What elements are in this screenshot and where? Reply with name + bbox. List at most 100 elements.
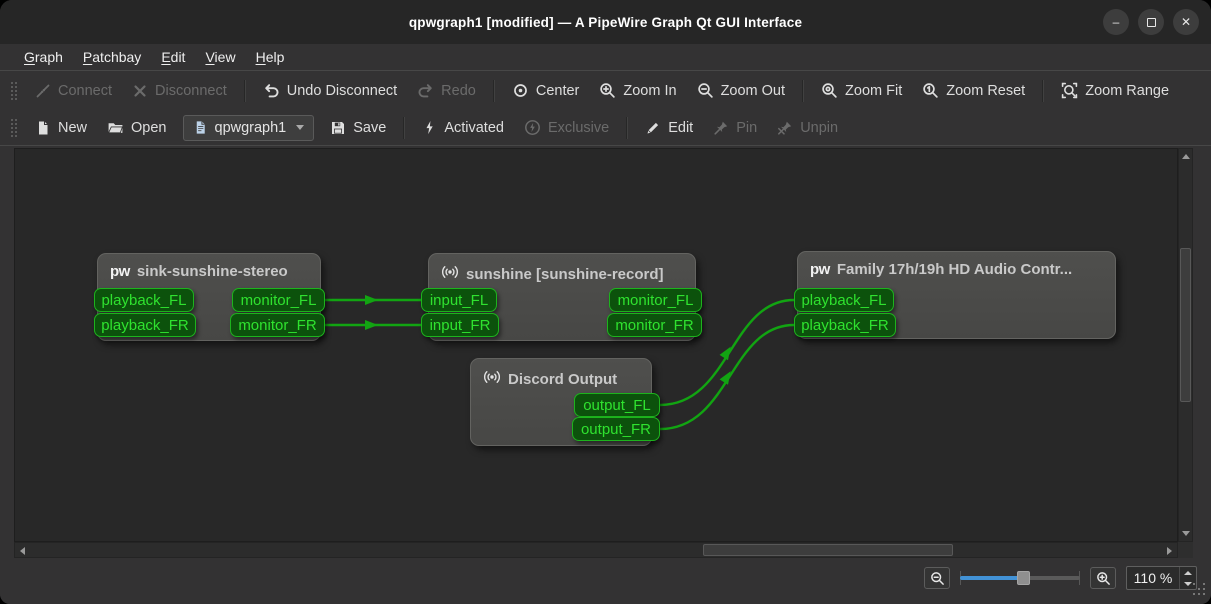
zoom-value[interactable]: 110 % — [1127, 567, 1179, 589]
triangle-up-icon — [1184, 570, 1192, 575]
arrowhead — [719, 371, 731, 385]
redo-icon — [418, 84, 432, 98]
menu-view[interactable]: View — [195, 46, 245, 68]
redo-button[interactable]: Redo — [407, 77, 486, 104]
unpin-icon — [778, 121, 792, 135]
port-monitor-fl[interactable]: monitor_FL — [609, 288, 702, 312]
vertical-scroll-thumb[interactable] — [1180, 248, 1191, 402]
toolbar-graph: Connect Disconnect Undo Disconnect Redo … — [0, 71, 1211, 110]
toolbar-drag-handle[interactable] — [10, 116, 17, 139]
chevron-down-icon — [296, 125, 305, 130]
zoom-fit-button[interactable]: Zoom Fit — [811, 77, 912, 104]
toolbar-separator — [1042, 79, 1045, 102]
toolbar-separator — [243, 79, 246, 102]
port-input-fl[interactable]: input_FL — [421, 288, 497, 312]
save-button[interactable]: Save — [320, 115, 396, 141]
statusbar-zoom-out-button[interactable] — [924, 567, 950, 589]
horizontal-scroll-thumb[interactable] — [703, 544, 953, 556]
patchbay-selector-value: qpwgraph1 — [214, 119, 287, 136]
statusbar-zoom-in-button[interactable] — [1090, 567, 1116, 589]
zoom-in-button[interactable]: Zoom In — [589, 77, 686, 104]
menu-graph[interactable]: Graph — [14, 46, 73, 68]
connect-button[interactable]: Connect — [25, 78, 122, 104]
app-window: qpwgraph1 [modified] — A PipeWire Graph … — [0, 0, 1211, 604]
port-playback-fr[interactable]: playback_FR — [94, 313, 196, 337]
window-resize-grip[interactable] — [1193, 583, 1206, 596]
zoom-slider[interactable] — [960, 568, 1080, 588]
zoom-out-button[interactable]: Zoom Out — [687, 77, 795, 104]
close-icon: ✕ — [1180, 15, 1192, 29]
node-header: pw sink-sunshine-stereo — [110, 263, 288, 280]
toolbar-drag-handle[interactable] — [10, 79, 17, 102]
port-playback-fr[interactable]: playback_FR — [794, 313, 896, 337]
menu-patchbay[interactable]: Patchbay — [73, 46, 151, 68]
minimize-icon: – — [1112, 15, 1120, 29]
close-button[interactable]: ✕ — [1173, 9, 1199, 35]
undo-disconnect-button[interactable]: Undo Disconnect — [253, 77, 407, 104]
edit-button[interactable]: Edit — [635, 115, 703, 141]
window-controls: – ✕ — [1103, 9, 1199, 35]
vertical-scrollbar[interactable] — [1178, 148, 1193, 542]
activated-bolt-icon — [426, 120, 433, 135]
triangle-down-icon — [1184, 581, 1192, 586]
center-button[interactable]: Center — [502, 77, 590, 104]
titlebar[interactable]: qpwgraph1 [modified] — A PipeWire Graph … — [0, 0, 1211, 44]
maximize-button[interactable] — [1138, 9, 1164, 35]
disconnect-icon — [134, 84, 146, 97]
graph-canvas[interactable]: pw sink-sunshine-stereo sunshine [sunshi… — [14, 148, 1178, 542]
port-playback-fl[interactable]: playback_FL — [94, 288, 194, 312]
zoom-slider-handle[interactable] — [1017, 571, 1030, 585]
zoom-in-icon — [600, 83, 616, 98]
open-button[interactable]: Open — [97, 114, 176, 141]
port-output-fr[interactable]: output_FR — [572, 417, 660, 441]
toolbar-separator — [802, 79, 805, 102]
pin-icon — [714, 121, 728, 135]
port-monitor-fl[interactable]: monitor_FL — [232, 288, 325, 312]
port-monitor-fr[interactable]: monitor_FR — [230, 313, 325, 337]
zoom-slider-fill — [960, 576, 1023, 580]
activated-button[interactable]: Activated — [412, 115, 514, 141]
minimize-button[interactable]: – — [1103, 9, 1129, 35]
horizontal-scrollbar[interactable] — [14, 542, 1178, 558]
zoom-reset-button[interactable]: Zoom Reset — [912, 77, 1035, 104]
open-folder-icon — [107, 123, 124, 134]
exclusive-bolt-icon — [525, 120, 540, 135]
connect-icon — [36, 84, 50, 97]
new-button[interactable]: New — [25, 115, 97, 141]
statusbar: 110 % — [0, 558, 1211, 604]
disconnect-button[interactable]: Disconnect — [122, 78, 237, 104]
broadcast-icon — [483, 368, 501, 391]
spin-up-button[interactable] — [1180, 567, 1196, 578]
port-playback-fl[interactable]: playback_FL — [794, 288, 894, 312]
connections-layer — [323, 295, 796, 431]
scroll-right-arrow[interactable] — [1163, 544, 1176, 557]
menu-edit[interactable]: Edit — [151, 46, 195, 68]
toolbar-separator — [626, 116, 629, 139]
zoom-spinbox[interactable]: 110 % — [1126, 566, 1197, 590]
patchbay-file-icon — [196, 121, 205, 134]
edit-pencil-icon — [647, 122, 659, 133]
scroll-down-arrow[interactable] — [1179, 527, 1192, 540]
menu-help[interactable]: Help — [246, 46, 295, 68]
toolbar-separator — [492, 79, 495, 102]
save-icon — [332, 121, 345, 134]
arrowhead — [365, 320, 378, 330]
menubar: Graph Patchbay Edit View Help — [0, 44, 1211, 71]
center-icon — [513, 84, 527, 97]
exclusive-button[interactable]: Exclusive — [514, 114, 619, 141]
pipewire-icon: pw — [810, 261, 830, 278]
port-monitor-fr[interactable]: monitor_FR — [607, 313, 702, 337]
patchbay-selector[interactable]: qpwgraph1 — [182, 114, 315, 141]
pipewire-icon: pw — [110, 263, 130, 280]
scrollbar-corner — [1178, 542, 1193, 558]
port-output-fl[interactable]: output_FL — [574, 393, 660, 417]
unpin-button[interactable]: Unpin — [767, 115, 848, 141]
zoom-range-button[interactable]: Zoom Range — [1051, 77, 1179, 104]
pin-button[interactable]: Pin — [703, 115, 767, 141]
scroll-up-arrow[interactable] — [1179, 150, 1192, 163]
zoom-out-icon — [697, 83, 713, 98]
port-input-fr[interactable]: input_FR — [421, 313, 499, 337]
node-header: pw Family 17h/19h HD Audio Contr... — [810, 261, 1073, 278]
scroll-left-arrow[interactable] — [16, 544, 29, 557]
zoom-fit-icon — [822, 83, 837, 98]
